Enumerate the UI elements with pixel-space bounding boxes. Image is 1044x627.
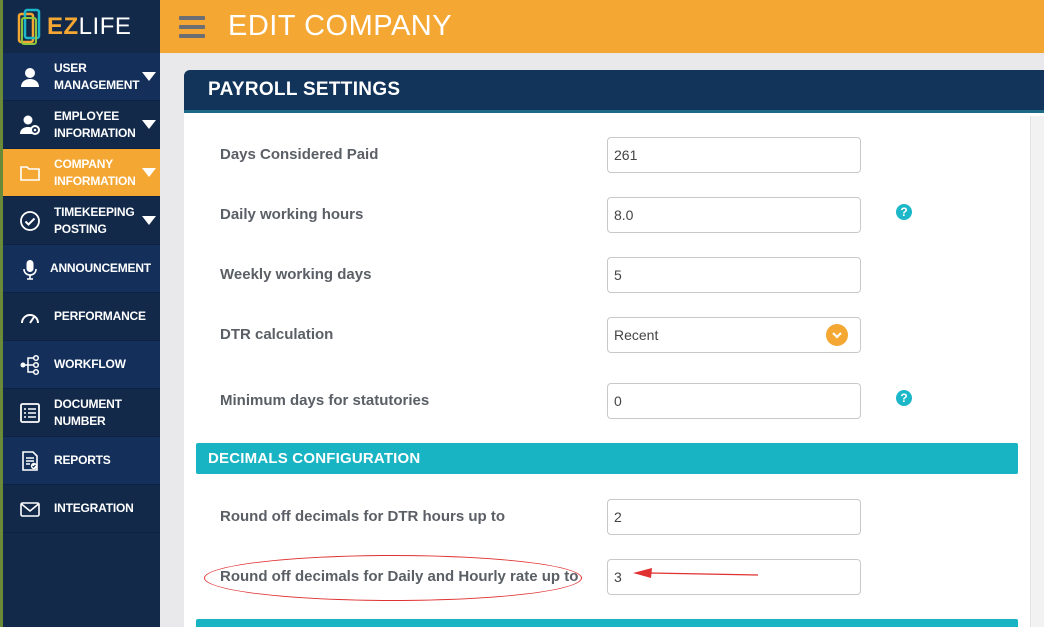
logo-prefix: EZ	[47, 12, 79, 40]
field-label: Minimum days for statutories	[220, 392, 430, 409]
list-icon	[17, 400, 43, 426]
sidebar-item-label: COMPANY INFORMATION	[54, 156, 136, 188]
user-icon	[17, 64, 43, 90]
sidebar-item-workflow[interactable]: WORKFLOW	[3, 341, 160, 389]
round-daily-hourly-rate-input[interactable]	[607, 559, 861, 595]
sidebar-item-announcement[interactable]: ANNOUNCEMENT	[3, 245, 160, 293]
field-label: Round off decimals for DTR hours up to	[220, 508, 505, 525]
sidebar-item-user-management[interactable]: USER MANAGEMENT	[3, 53, 160, 101]
field-row-weekly-working-days: Weekly working days	[184, 257, 1030, 293]
chevron-down-icon	[142, 168, 156, 177]
dtr-calculation-select[interactable]: Recent	[607, 317, 861, 353]
check-circle-icon	[17, 208, 43, 234]
field-row-dtr-calculation: DTR calculation Recent	[184, 317, 1030, 353]
folder-icon	[17, 160, 43, 186]
daily-working-hours-input[interactable]	[607, 197, 861, 233]
main-panel: PAYROLL SETTINGS Days Considered Paid Da…	[184, 70, 1044, 627]
logo-text: EZLIFE	[47, 13, 131, 41]
envelope-icon	[17, 496, 43, 522]
top-bar: EDIT COMPANY	[160, 0, 1044, 53]
logo-suffix: LIFE	[78, 12, 132, 40]
field-label: Round off decimals for Daily and Hourly …	[220, 568, 579, 585]
sidebar-item-label: USER MANAGEMENT	[54, 60, 140, 92]
sidebar-item-document-number[interactable]: DOCUMENT NUMBER	[3, 389, 160, 437]
section-header-decimals: DECIMALS CONFIGURATION	[196, 443, 1018, 474]
section-title: DECIMALS CONFIGURATION	[208, 450, 421, 467]
field-label: DTR calculation	[220, 326, 334, 343]
help-icon[interactable]: ?	[896, 390, 912, 406]
microphone-icon	[17, 256, 43, 282]
sidebar-item-label: INTEGRATION	[54, 501, 134, 515]
field-label: Days Considered Paid	[220, 146, 379, 163]
user-gear-icon	[17, 112, 43, 138]
chevron-down-icon	[142, 120, 156, 129]
chevron-down-icon	[142, 216, 156, 225]
sidebar-item-label: ANNOUNCEMENT	[50, 261, 151, 275]
round-dtr-hours-input[interactable]	[607, 499, 861, 535]
sidebar-item-reports[interactable]: REPORTS	[3, 437, 160, 485]
select-value: Recent	[614, 327, 659, 343]
sidebar-item-label: TIMEKEEPING POSTING	[54, 204, 135, 236]
sidebar-item-label: PERFORMANCE	[54, 309, 146, 323]
workflow-icon	[17, 352, 43, 378]
sidebar-item-timekeeping-posting[interactable]: TIMEKEEPING POSTING	[3, 197, 160, 245]
hamburger-menu-icon[interactable]	[179, 15, 205, 38]
scrollbar[interactable]	[1030, 116, 1044, 627]
field-row-days-considered-paid: Days Considered Paid	[184, 137, 1030, 173]
sidebar-item-employee-information[interactable]: EMPLOYEE INFORMATION	[3, 101, 160, 149]
field-row-round-daily-hourly-rate: Round off decimals for Daily and Hourly …	[184, 559, 1030, 595]
sidebar-item-label: WORKFLOW	[54, 357, 126, 371]
sidebar-item-company-information[interactable]: COMPANY INFORMATION	[3, 149, 160, 197]
gauge-icon	[17, 304, 43, 330]
section-header-payroll: PAYROLL SETTINGS	[184, 70, 1044, 113]
field-row-minimum-days-statutories: Minimum days for statutories ?	[184, 383, 1030, 419]
logo-mark-icon	[17, 8, 43, 46]
chevron-down-icon[interactable]	[826, 324, 848, 346]
weekly-working-days-input[interactable]	[607, 257, 861, 293]
sidebar-item-label: REPORTS	[54, 453, 111, 467]
minimum-days-statutories-input[interactable]	[607, 383, 861, 419]
sidebar-item-integration[interactable]: INTEGRATION	[3, 485, 160, 533]
field-label: Weekly working days	[220, 266, 372, 283]
section-header-next	[196, 619, 1018, 627]
report-icon	[17, 448, 43, 474]
page-title: EDIT COMPANY	[228, 10, 453, 42]
help-icon[interactable]: ?	[896, 204, 912, 220]
field-row-round-dtr-hours: Round off decimals for DTR hours up to	[184, 499, 1030, 535]
sidebar: EZLIFE USER MANAGEMENT EMPLOYEE INFORMAT…	[0, 0, 160, 627]
sidebar-item-performance[interactable]: PERFORMANCE	[3, 293, 160, 341]
sidebar-item-label: DOCUMENT NUMBER	[54, 396, 122, 428]
app-logo[interactable]: EZLIFE	[3, 0, 160, 53]
chevron-down-icon	[142, 72, 156, 81]
days-considered-paid-input[interactable]	[607, 137, 861, 173]
field-label: Daily working hours	[220, 206, 364, 223]
section-title: PAYROLL SETTINGS	[208, 79, 401, 100]
sidebar-item-label: EMPLOYEE INFORMATION	[54, 108, 136, 140]
field-row-daily-working-hours: Daily working hours ?	[184, 197, 1030, 233]
